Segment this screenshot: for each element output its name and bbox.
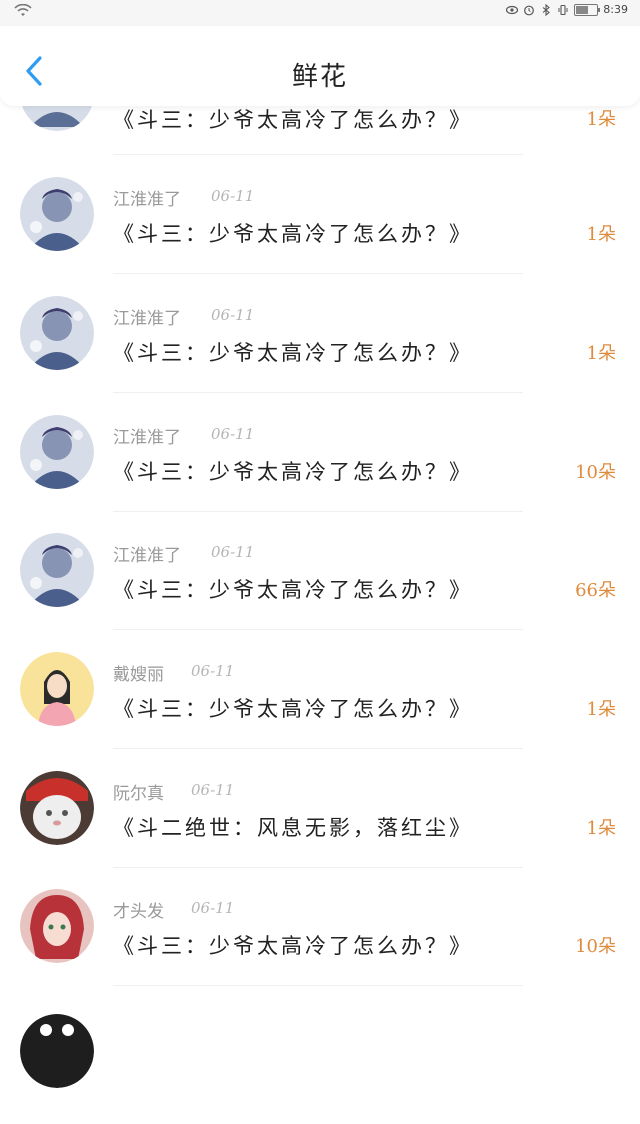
post-date: 06-11 [191,899,235,917]
flower-count: 1朵 [586,699,616,720]
divider [113,154,523,155]
avatar [20,889,94,963]
divider [113,748,523,749]
divider [113,985,523,986]
status-time: 8:39 [603,3,628,16]
battery-icon [574,3,601,16]
book-title: 《斗三：少爷太高冷了怎么办？》 [113,934,473,958]
book-title: 《斗三：少爷太高冷了怎么办？》 [113,460,473,484]
book-title: 《斗三：少爷太高冷了怎么办？》 [113,108,473,132]
post-date: 06-11 [211,543,255,561]
list-item[interactable]: 戴嫂丽 06-11 《斗三：少爷太高冷了怎么办？》 1朵 [0,651,640,769]
post-date: 06-11 [191,781,235,799]
wifi-icon [14,4,32,16]
user-name: 才头发 [113,902,164,922]
user-name: 阮尔真 [113,784,164,804]
book-title: 《斗三：少爷太高冷了怎么办？》 [113,341,473,365]
avatar [20,533,94,607]
book-title: 《斗二绝世：风息无影，落红尘》 [113,816,473,840]
book-title: 《斗三：少爷太高冷了怎么办？》 [113,222,473,246]
avatar [20,296,94,370]
avatar [20,177,94,251]
vibrate-icon [558,4,568,15]
list-item[interactable]: 江淮准了 06-11 《斗三：少爷太高冷了怎么办？》 1朵 [0,176,640,294]
post-date: 06-11 [211,425,255,443]
avatar [20,652,94,726]
avatar [20,771,94,845]
divider [113,629,523,630]
avatar [20,415,94,489]
status-bar: 8:39 [0,0,640,26]
post-date: 06-11 [191,662,235,680]
divider [113,273,523,274]
divider [113,867,523,868]
flower-count: 1朵 [586,818,616,839]
eye-icon [506,5,519,14]
book-title: 《斗三：少爷太高冷了怎么办？》 [113,578,473,602]
alarm-icon [524,5,535,15]
user-name: 江淮准了 [113,546,181,566]
avatar [20,1014,94,1088]
flower-count: 66朵 [575,580,616,601]
user-name: 戴嫂丽 [113,665,164,685]
list-item[interactable]: 才头发 06-11 《斗三：少爷太高冷了怎么办？》 10朵 [0,888,640,1006]
flower-count: 1朵 [586,109,616,130]
flower-count: 1朵 [586,343,616,364]
user-name: 江淮准了 [113,190,181,210]
list-item[interactable]: 江淮准了 06-11 《斗三：少爷太高冷了怎么办？》 66朵 [0,532,640,650]
page-title: 鲜花 [291,62,348,92]
post-date: 06-11 [211,187,255,205]
flower-count: 10朵 [575,936,616,957]
user-name: 江淮准了 [113,309,181,329]
flower-count: 10朵 [575,462,616,483]
bluetooth-icon [542,3,551,16]
divider [113,511,523,512]
book-title: 《斗三：少爷太高冷了怎么办？》 [113,697,473,721]
divider [113,392,523,393]
user-name: 江淮准了 [113,428,181,448]
flower-count: 1朵 [586,224,616,245]
list-item[interactable]: 江淮准了 06-11 《斗三：少爷太高冷了怎么办？》 1朵 [0,295,640,413]
post-date: 06-11 [211,306,255,324]
list-item[interactable]: 江淮准了 06-11 《斗三：少爷太高冷了怎么办？》 10朵 [0,414,640,532]
list-item[interactable]: 阮尔真 06-11 《斗二绝世：风息无影，落红尘》 1朵 [0,770,640,888]
nav-header: 鲜花 [0,26,640,106]
